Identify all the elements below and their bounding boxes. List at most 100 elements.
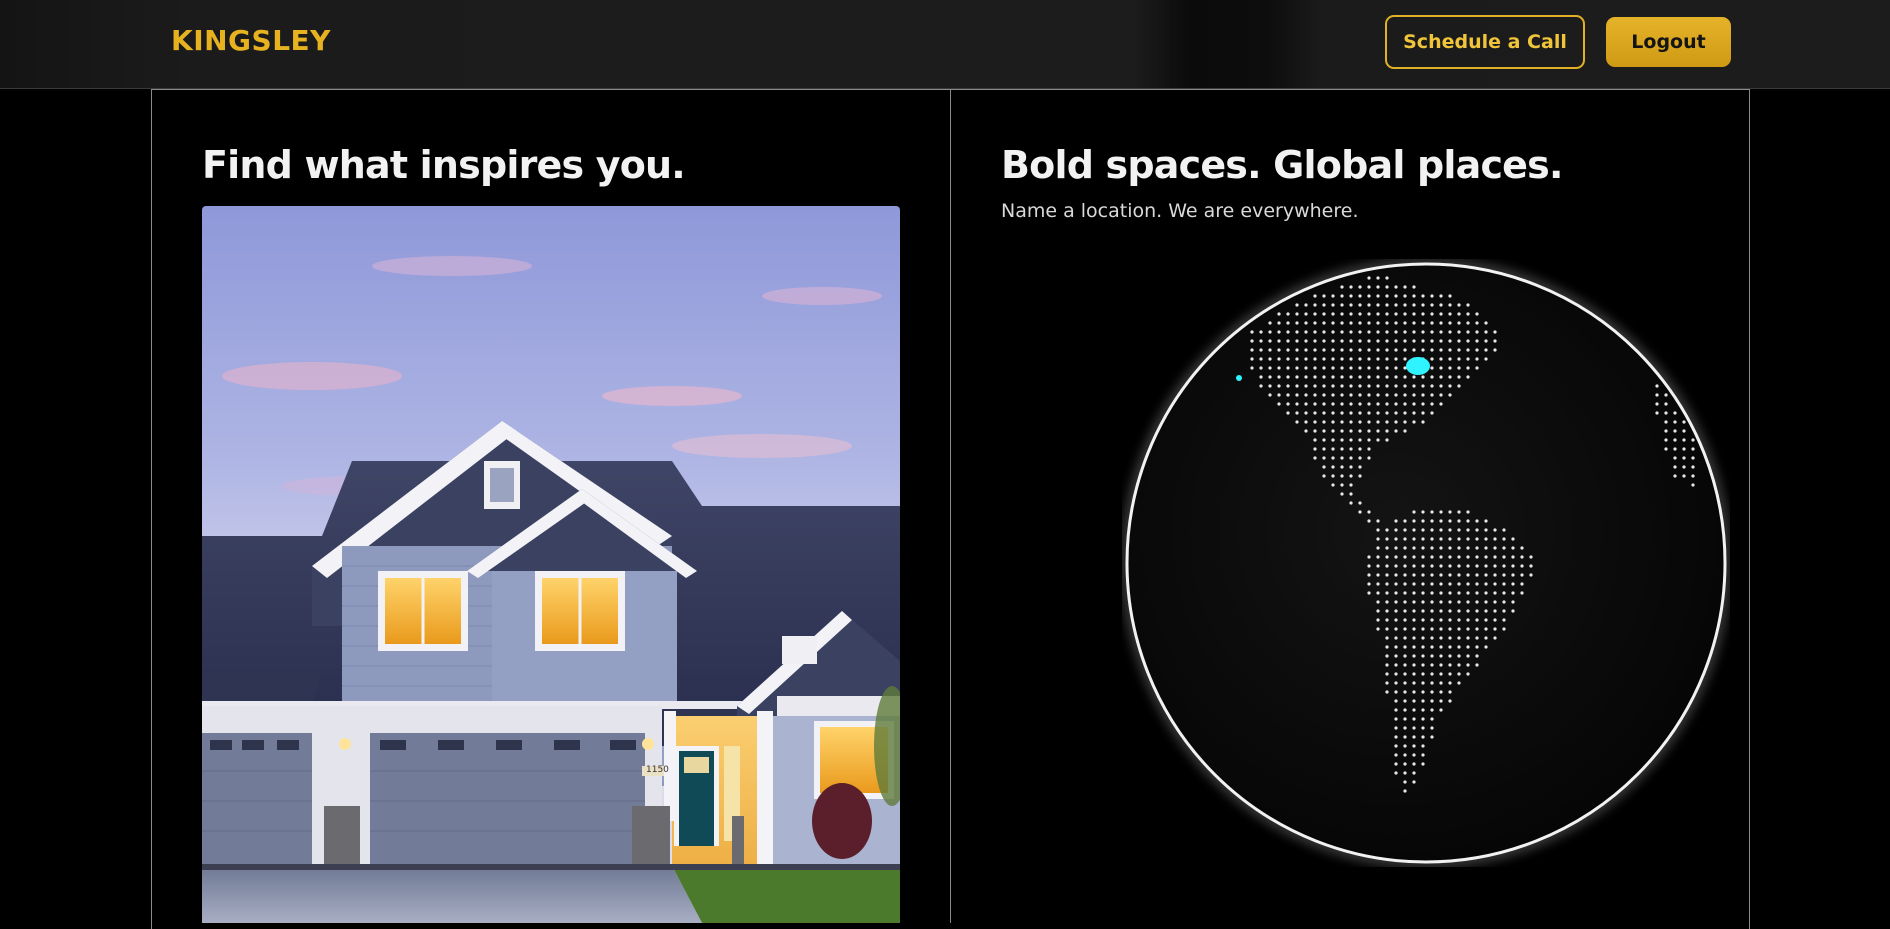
location-marker[interactable] (1236, 375, 1242, 381)
land-dot (1286, 393, 1290, 397)
land-dot (1385, 627, 1389, 631)
land-dot (1412, 600, 1416, 604)
land-dot (1376, 357, 1380, 361)
land-dot (1682, 420, 1686, 424)
brand-logo[interactable]: KINGSLEY (171, 24, 331, 57)
land-dot (1367, 348, 1371, 352)
land-dot (1322, 474, 1326, 478)
land-dot (1412, 672, 1416, 676)
land-dot (1304, 339, 1308, 343)
land-dot (1367, 519, 1371, 523)
land-dot (1322, 456, 1326, 460)
land-dot (1421, 312, 1425, 316)
land-dot (1502, 609, 1506, 613)
land-dot (1286, 321, 1290, 325)
land-dot (1403, 690, 1407, 694)
land-dot (1493, 546, 1497, 550)
land-dot (1520, 591, 1524, 595)
land-dot (1448, 294, 1452, 298)
land-dot (1286, 366, 1290, 370)
land-dot (1484, 627, 1488, 631)
land-dot (1403, 393, 1407, 397)
land-dot (1304, 357, 1308, 361)
land-dot (1358, 294, 1362, 298)
land-dot (1412, 654, 1416, 658)
land-dot (1331, 402, 1335, 406)
land-dot (1313, 375, 1317, 379)
land-dot (1421, 510, 1425, 514)
schedule-call-button[interactable]: Schedule a Call (1385, 15, 1585, 69)
land-dot (1466, 591, 1470, 595)
land-dot (1331, 474, 1335, 478)
land-dot (1385, 312, 1389, 316)
land-dot (1322, 357, 1326, 361)
land-dot (1448, 591, 1452, 595)
land-dot (1358, 474, 1362, 478)
land-dot (1349, 465, 1353, 469)
land-dot (1439, 645, 1443, 649)
land-dot (1484, 528, 1488, 532)
land-dot (1475, 330, 1479, 334)
land-dot (1340, 465, 1344, 469)
land-dot (1439, 330, 1443, 334)
land-dot (1349, 456, 1353, 460)
land-dot (1502, 600, 1506, 604)
land-dot (1304, 366, 1308, 370)
land-dot (1493, 609, 1497, 613)
land-dot (1412, 618, 1416, 622)
land-dot (1295, 375, 1299, 379)
land-dot (1475, 591, 1479, 595)
land-dot (1385, 582, 1389, 586)
interactive-globe[interactable] (1122, 259, 1730, 867)
land-dot (1430, 546, 1434, 550)
land-dot (1439, 690, 1443, 694)
land-dot (1376, 429, 1380, 433)
land-dot (1376, 402, 1380, 406)
land-dot (1367, 294, 1371, 298)
land-dot (1475, 546, 1479, 550)
land-dot (1439, 582, 1443, 586)
land-dot (1430, 519, 1434, 523)
land-dot (1493, 564, 1497, 568)
land-dot (1367, 366, 1371, 370)
land-dot (1277, 321, 1281, 325)
land-dot (1358, 393, 1362, 397)
land-dot (1331, 375, 1335, 379)
land-dot (1403, 420, 1407, 424)
land-dot (1304, 402, 1308, 406)
land-dot (1673, 420, 1677, 424)
land-dot (1484, 645, 1488, 649)
land-dot (1376, 303, 1380, 307)
land-dot (1304, 348, 1308, 352)
land-dot (1313, 357, 1317, 361)
location-marker[interactable] (1406, 357, 1430, 375)
land-dot (1502, 564, 1506, 568)
land-dot (1529, 564, 1533, 568)
land-dot (1673, 447, 1677, 451)
land-dot (1457, 654, 1461, 658)
land-dot (1430, 294, 1434, 298)
land-dot (1412, 510, 1416, 514)
land-dot (1376, 420, 1380, 424)
land-dot (1421, 744, 1425, 748)
land-dot (1340, 456, 1344, 460)
land-dot (1448, 663, 1452, 667)
land-dot (1403, 699, 1407, 703)
land-dot (1349, 348, 1353, 352)
logout-button[interactable]: Logout (1606, 17, 1731, 67)
land-dot (1511, 582, 1515, 586)
land-dot (1331, 438, 1335, 442)
land-dot (1430, 618, 1434, 622)
land-dot (1430, 330, 1434, 334)
land-dot (1430, 726, 1434, 730)
land-dot (1349, 438, 1353, 442)
land-dot (1412, 375, 1416, 379)
land-dot (1457, 564, 1461, 568)
land-dot (1439, 384, 1443, 388)
land-dot (1340, 330, 1344, 334)
land-dot (1457, 357, 1461, 361)
land-dot (1430, 312, 1434, 316)
land-dot (1466, 564, 1470, 568)
land-dot (1349, 429, 1353, 433)
land-dot (1421, 420, 1425, 424)
